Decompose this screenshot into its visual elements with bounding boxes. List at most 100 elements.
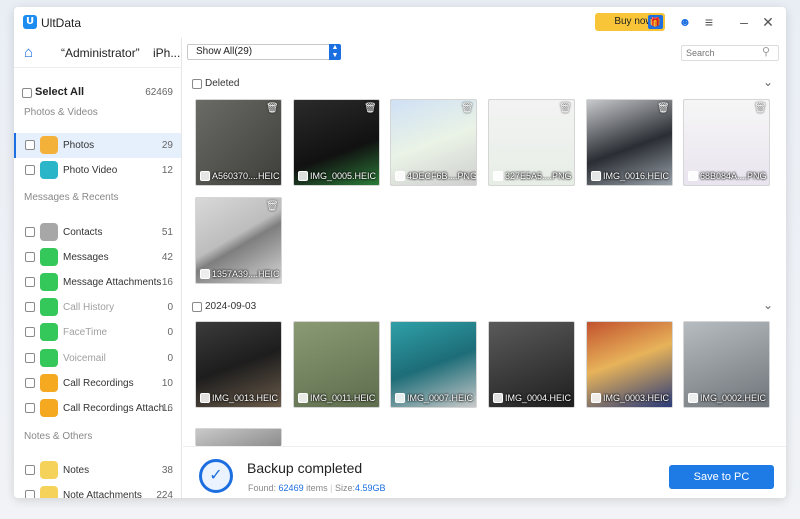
sidebar-item-checkbox[interactable] [25, 403, 35, 413]
sidebar-item-checkbox[interactable] [25, 277, 35, 287]
breadcrumb-device[interactable]: iPh... [153, 46, 180, 60]
photo-checkbox[interactable] [591, 393, 601, 403]
buy-now-button[interactable]: Buy now 🎁 [595, 13, 665, 31]
sidebar-item-checkbox[interactable] [25, 378, 35, 388]
sidebar-item-note-attachments[interactable]: Note Attachments 224 [14, 483, 181, 498]
sidebar-item-count: 0 [167, 353, 173, 364]
photo-checkbox[interactable] [493, 171, 503, 181]
close-icon[interactable]: ✕ [759, 13, 777, 31]
photo-thumbnail[interactable]: 🗑 327E5A5....PNG [488, 99, 575, 186]
breadcrumb: ⌂ “Administrator” iPh... [14, 38, 182, 68]
sidebar-item-voicemail[interactable]: Voicemail 0 [14, 346, 181, 371]
group-checkbox[interactable] [192, 79, 202, 89]
call-recordings-icon [40, 374, 58, 392]
trash-icon: 🗑 [266, 201, 279, 212]
sidebar-item-count: 16 [161, 403, 173, 414]
menu-icon[interactable]: ≡ [700, 13, 718, 31]
sidebar-item-count: 224 [156, 490, 173, 498]
sidebar-item-facetime[interactable]: FaceTime 0 [14, 320, 181, 345]
status-meta: Found: 62469 items | Size:4.59GB [248, 483, 386, 493]
sidebar-item-checkbox[interactable] [25, 327, 35, 337]
status-title: Backup completed [247, 460, 363, 476]
filter-select[interactable]: Show All(29) ▲ ▼ [187, 44, 341, 60]
sidebar-item-checkbox[interactable] [25, 165, 35, 175]
photo-filename: IMG_0005.HEIC [310, 171, 377, 181]
photo-checkbox[interactable] [591, 171, 601, 181]
search-icon[interactable]: ⚲ [762, 46, 774, 58]
photo-checkbox[interactable] [395, 171, 405, 181]
notes-icon [40, 461, 58, 479]
sidebar-item-checkbox[interactable] [25, 227, 35, 237]
sidebar-item-label: Photo Video [63, 165, 118, 176]
photo-thumbnail[interactable]: 🗑 IMG_0005.HEIC [293, 99, 380, 186]
sidebar-item-photos[interactable]: Photos 29 [14, 133, 181, 158]
sidebar-item-photo-video[interactable]: Photo Video 12 [14, 158, 181, 183]
sidebar-item-count: 0 [167, 302, 173, 313]
photo-filename: IMG_0003.HEIC [603, 393, 670, 403]
trash-icon: 🗑 [266, 103, 279, 114]
sidebar-item-contacts[interactable]: Contacts 51 [14, 220, 181, 245]
sidebar-item-call-recordings[interactable]: Call Recordings 10 [14, 371, 181, 396]
sidebar-item-checkbox[interactable] [25, 353, 35, 363]
photo-thumbnail[interactable]: IMG_0004.HEIC [488, 321, 575, 408]
photo-thumbnail[interactable]: 🗑 4DECF6B....PNG [390, 99, 477, 186]
section-notes-others: Notes & Others [24, 431, 93, 442]
photo-thumbnail[interactable]: IMG_0002.HEIC [683, 321, 770, 408]
photo-thumbnail[interactable]: 🗑 IMG_0016.HEIC [586, 99, 673, 186]
items-label: items [306, 483, 328, 493]
select-all-row[interactable]: Select All 62469 [14, 80, 181, 105]
sidebar-item-notes[interactable]: Notes 38 [14, 458, 181, 483]
sidebar-item-message-attachments[interactable]: Message Attachments 16 [14, 270, 181, 295]
sidebar-item-call-recordings-attach[interactable]: Call Recordings Attach... 16 [14, 396, 181, 421]
sidebar-item-call-history[interactable]: Call History 0 [14, 295, 181, 320]
minimize-icon[interactable]: – [735, 13, 753, 31]
photo-filename: IMG_0002.HEIC [700, 393, 767, 403]
photo-checkbox[interactable] [688, 393, 698, 403]
group-checkbox[interactable] [192, 302, 202, 312]
photo-thumbnail[interactable]: IMG_0011.HEIC [293, 321, 380, 408]
chevron-down-icon[interactable]: ⌄ [763, 75, 773, 89]
photo-checkbox[interactable] [200, 269, 210, 279]
sidebar-item-checkbox[interactable] [25, 490, 35, 498]
photo-thumbnail[interactable]: IMG_0013.HEIC [195, 321, 282, 408]
message-attachments-icon [40, 273, 58, 291]
photo-filename: A560370....HEIC [212, 171, 280, 181]
photo-checkbox[interactable] [298, 393, 308, 403]
sidebar-item-label: Note Attachments [63, 490, 142, 498]
photo-checkbox[interactable] [200, 393, 210, 403]
chevron-down-icon[interactable]: ⌄ [763, 298, 773, 312]
photo-thumbnail[interactable]: IMG_0007.HEIC [390, 321, 477, 408]
photo-thumbnail[interactable]: 🗑 68B084A....PNG [683, 99, 770, 186]
breadcrumb-owner[interactable]: “Administrator” [61, 46, 140, 60]
sidebar-item-label: Contacts [63, 227, 103, 238]
photo-checkbox[interactable] [298, 171, 308, 181]
photo-thumbnail[interactable]: 🗑 A560370....HEIC [195, 99, 282, 186]
sidebar-item-checkbox[interactable] [25, 140, 35, 150]
home-icon[interactable]: ⌂ [24, 45, 41, 61]
section-messages-recents: Messages & Recents [24, 192, 119, 203]
photo-thumbnail-partial[interactable] [195, 428, 282, 446]
photo-thumbnail[interactable]: 🗑 1357A39....HEIC [195, 197, 282, 284]
select-all-checkbox[interactable] [22, 88, 32, 98]
group-label: Deleted [205, 78, 240, 89]
sidebar-item-checkbox[interactable] [25, 302, 35, 312]
sidebar-item-label: FaceTime [63, 327, 108, 338]
sidebar-item-checkbox[interactable] [25, 252, 35, 262]
photo-filename: IMG_0007.HEIC [407, 393, 474, 403]
sidebar-item-label: Call Recordings Attach... [63, 403, 173, 414]
photo-checkbox[interactable] [395, 393, 405, 403]
photo-checkbox[interactable] [200, 171, 210, 181]
save-to-pc-button[interactable]: Save to PC [669, 465, 774, 489]
buy-now-label: Buy now [614, 16, 653, 27]
app-window: U UltData Buy now 🎁 ☻ ≡ – ✕ ⌂ “Administr… [14, 7, 786, 498]
user-icon[interactable]: ☻ [677, 14, 693, 30]
sidebar-item-messages[interactable]: Messages 42 [14, 245, 181, 270]
select-all-label: Select All [35, 86, 85, 98]
photo-thumbnail[interactable]: IMG_0003.HEIC [586, 321, 673, 408]
photo-checkbox[interactable] [688, 171, 698, 181]
photo-filename: 68B084A....PNG [700, 171, 767, 181]
section-photos-videos: Photos & Videos [24, 107, 98, 118]
sidebar-item-count: 51 [161, 227, 173, 238]
sidebar-item-checkbox[interactable] [25, 465, 35, 475]
photo-checkbox[interactable] [493, 393, 503, 403]
